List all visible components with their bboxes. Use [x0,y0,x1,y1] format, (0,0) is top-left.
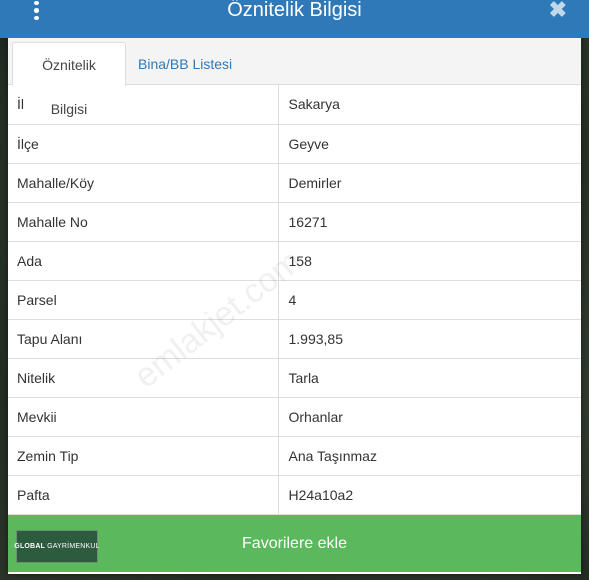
add-favorites-label: Favorilere ekle [242,534,347,552]
attribute-value: Demirler [278,163,581,203]
attribute-dialog: Öznitelik Bilgisi ✖ Öznitelik Bilgisi Bi… [0,0,589,574]
attribute-key: İl [8,85,279,125]
tab-attribute-info[interactable]: Öznitelik Bilgisi [12,42,126,117]
add-favorites-button[interactable]: GLOBAL GAYRİMENKUL Favorilere ekle [8,515,581,572]
table-row: Pafta H24a10a2 [8,475,581,515]
attribute-value: Tarla [278,358,581,398]
table-row: Parsel 4 [8,280,581,320]
attribute-key: Zemin Tip [8,436,279,476]
attribute-value: Orhanlar [278,397,581,437]
attribute-value: Ana Taşınmaz [278,436,581,476]
table-row: Mahalle No 16271 [8,202,581,242]
tab-bar: Öznitelik Bilgisi Bina/BB Listesi [8,38,581,117]
global-gayrimenkul-logo: GLOBAL GAYRİMENKUL [14,530,100,563]
table-row: Mahalle/Köy Demirler [8,163,581,203]
attribute-key: Pafta [8,475,279,515]
attribute-table: İl Sakarya İlçe Geyve Mahalle/Köy Demirler Mah… [8,85,581,515]
close-icon[interactable]: ✖ [549,0,567,22]
attribute-value: Sakarya [278,85,581,125]
table-row: İl Sakarya [8,85,581,125]
attribute-key: Ada [8,241,279,281]
table-row: Nitelik Tarla [8,358,581,398]
table-row: Mevkii Orhanlar [8,397,581,437]
attribute-key: İlçe [8,124,279,164]
table-row: İlçe Geyve [8,124,581,164]
attribute-value: 1.993,85 [278,319,581,359]
attribute-key: Mahalle/Köy [8,163,279,203]
table-row: Zemin Tip Ana Taşınmaz [8,436,581,476]
attribute-value: H24a10a2 [278,475,581,515]
dialog-title: Öznitelik Bilgisi [227,0,362,21]
attribute-key: Mevkii [8,397,279,437]
attribute-key: Mahalle No [8,202,279,242]
attribute-value: 4 [278,280,581,320]
tab-building-list[interactable]: Bina/BB Listesi [128,42,242,86]
dialog-header: Öznitelik Bilgisi ✖ [0,0,589,38]
attribute-value: Geyve [278,124,581,164]
table-row: Tapu Alanı 1.993,85 [8,319,581,359]
attribute-value: 16271 [278,202,581,242]
attribute-value: 158 [278,241,581,281]
